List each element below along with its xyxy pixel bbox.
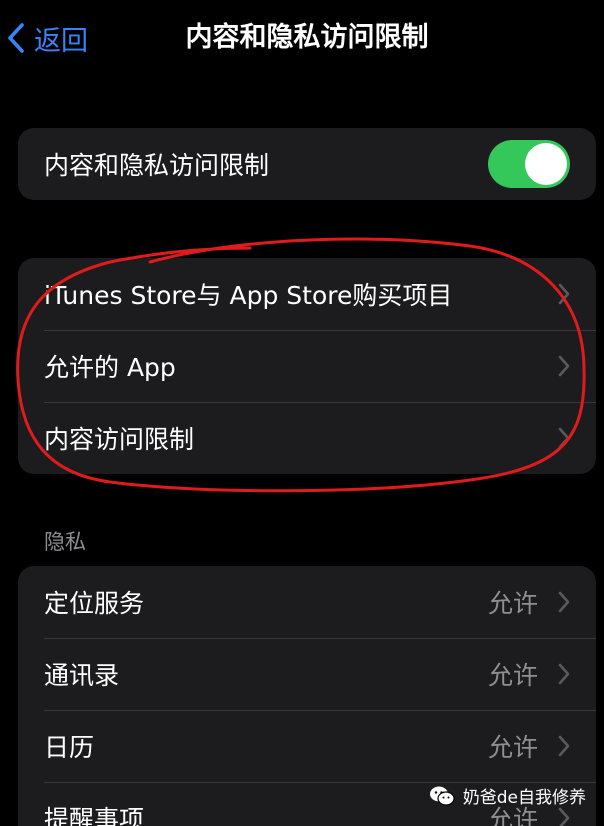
row-value: 允许 xyxy=(487,733,538,762)
chevron-right-icon xyxy=(558,355,570,377)
list-item-allowed-apps[interactable]: 允许的 App xyxy=(18,330,596,402)
chevron-right-icon xyxy=(558,427,570,449)
row-value: 允许 xyxy=(487,589,538,618)
privacy-section-header: 隐私 xyxy=(44,530,86,554)
watermark-text: 奶爸de自我修养 xyxy=(462,788,586,808)
settings-screen: 返回 内容和隐私访问限制 内容和隐私访问限制 iTunes Store与 App… xyxy=(0,0,604,826)
row-label: 内容访问限制 xyxy=(44,425,195,454)
list-item-location-services[interactable]: 定位服务 允许 xyxy=(18,566,596,638)
master-toggle-label: 内容和隐私访问限制 xyxy=(44,151,270,180)
chevron-right-icon xyxy=(558,283,570,305)
master-toggle-row: 内容和隐私访问限制 xyxy=(18,128,596,200)
row-value: 允许 xyxy=(487,661,538,690)
store-restrictions-group: iTunes Store与 App Store购买项目 允许的 App 内容访问… xyxy=(18,258,596,474)
row-label: 通讯录 xyxy=(44,661,120,690)
list-item-calendars[interactable]: 日历 允许 xyxy=(18,710,596,782)
chevron-right-icon xyxy=(558,591,570,613)
wechat-icon xyxy=(429,786,455,806)
list-item-contacts[interactable]: 通讯录 允许 xyxy=(18,638,596,710)
chevron-right-icon xyxy=(558,807,570,826)
row-label: iTunes Store与 App Store购买项目 xyxy=(44,281,453,310)
list-item-store-purchases[interactable]: iTunes Store与 App Store购买项目 xyxy=(18,258,596,330)
page-title: 内容和隐私访问限制 xyxy=(185,22,429,53)
navigation-bar: 返回 内容和隐私访问限制 xyxy=(0,0,604,76)
chevron-right-icon xyxy=(558,735,570,757)
toggle-knob xyxy=(525,143,567,185)
watermark: 奶爸de自我修养 xyxy=(429,783,586,808)
row-label: 提醒事项 xyxy=(44,805,145,826)
row-label: 日历 xyxy=(44,733,95,762)
master-toggle-switch[interactable] xyxy=(488,140,570,188)
master-toggle-group: 内容和隐私访问限制 xyxy=(18,128,596,200)
row-label: 定位服务 xyxy=(44,589,145,618)
row-label: 允许的 App xyxy=(44,353,176,382)
chevron-right-icon xyxy=(558,663,570,685)
list-item-content-restrictions[interactable]: 内容访问限制 xyxy=(18,402,596,474)
